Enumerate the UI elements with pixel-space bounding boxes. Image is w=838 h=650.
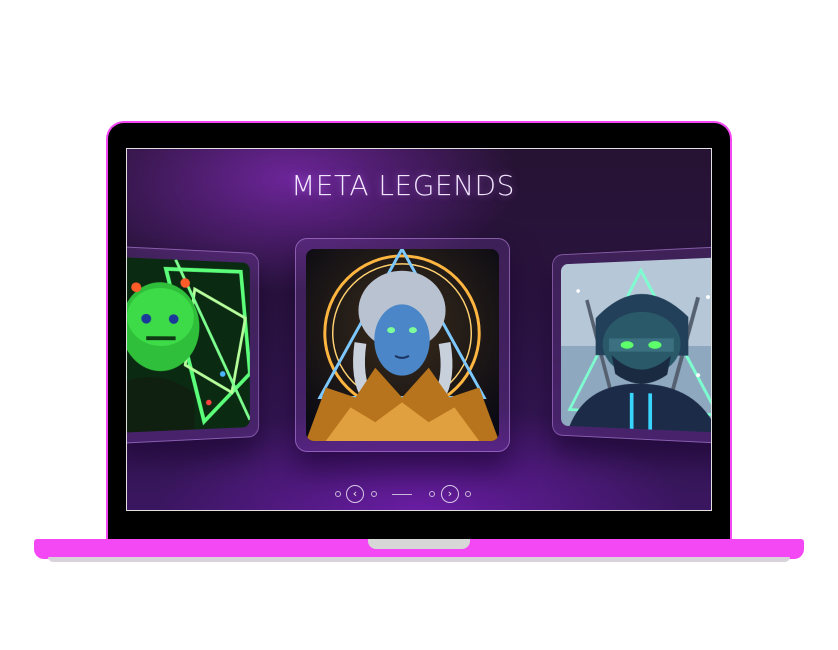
laptop-screen: META LEGENDS ‹ › bbox=[126, 148, 712, 511]
laptop-notch bbox=[368, 539, 470, 549]
carousel-pagination: ‹ › bbox=[327, 485, 477, 505]
pagination-dot[interactable] bbox=[429, 491, 435, 497]
nft-artwork-green bbox=[127, 257, 250, 433]
pagination-dot[interactable] bbox=[335, 491, 341, 497]
carousel-card-right[interactable] bbox=[552, 246, 711, 444]
pagination-dot[interactable] bbox=[465, 491, 471, 497]
pagination-dot[interactable] bbox=[371, 491, 377, 497]
page-title: META LEGENDS bbox=[291, 169, 515, 202]
chevron-left-icon[interactable]: ‹ bbox=[346, 485, 364, 503]
nft-artwork-blue bbox=[306, 249, 499, 441]
pagination-divider bbox=[392, 494, 412, 495]
laptop-base-shadow bbox=[48, 557, 790, 562]
nft-artwork-ninja bbox=[560, 257, 711, 433]
carousel-card-center[interactable] bbox=[295, 238, 510, 452]
carousel-card-left[interactable] bbox=[127, 246, 260, 444]
chevron-right-icon[interactable]: › bbox=[441, 485, 459, 503]
